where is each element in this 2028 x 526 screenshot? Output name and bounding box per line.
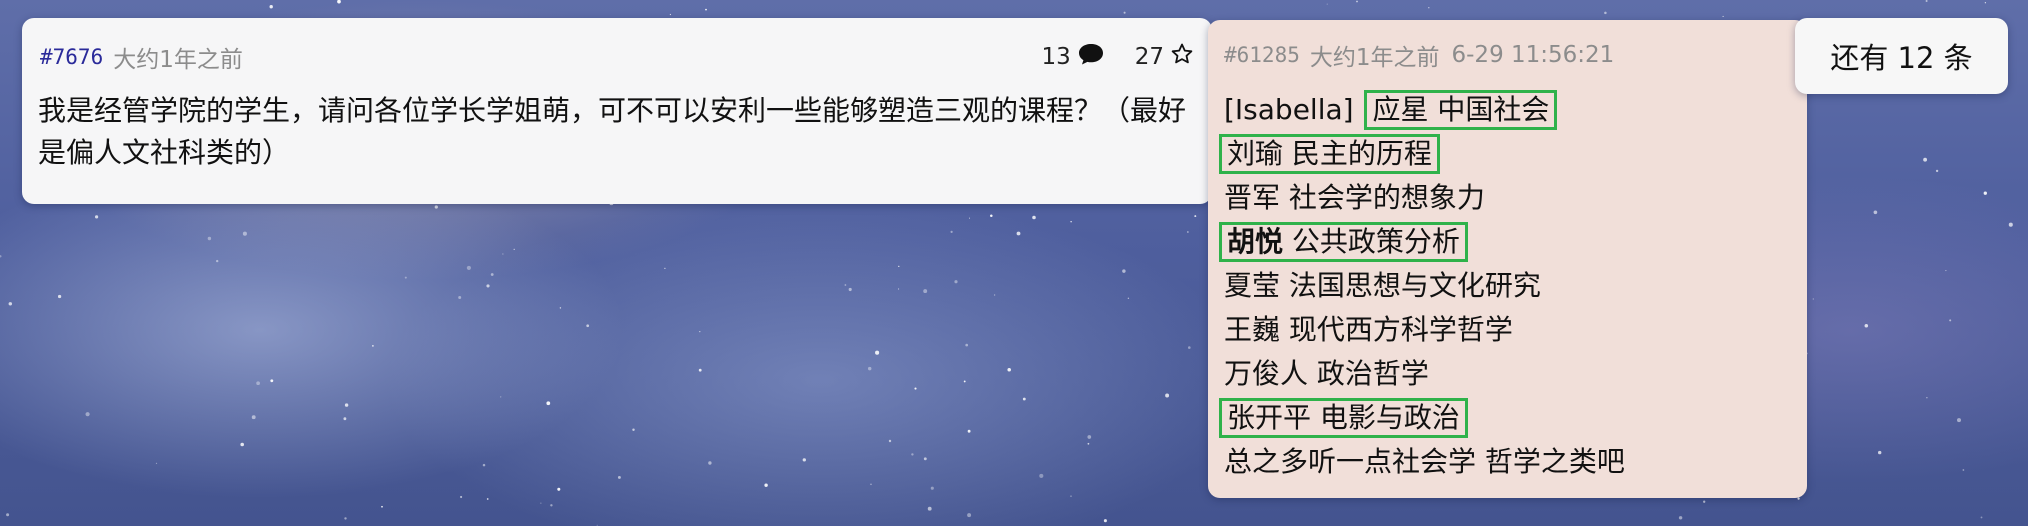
highlighted-course: 张开平 电影与政治 — [1219, 398, 1468, 438]
reply-line: 万俊人 政治哲学 — [1224, 357, 1429, 390]
reply-body: [Isabella] 应星 中国社会 刘瑜 民主的历程 晋军 社会学的想象力 胡… — [1219, 88, 1625, 484]
star-count-group[interactable]: 27 — [1135, 42, 1194, 72]
reply-line: [Isabella] 应星 中国社会 — [1224, 88, 1625, 132]
star-outline-icon — [1170, 42, 1194, 72]
reply-card[interactable]: #61285 大约1年之前 6-29 11:56:21 [Isabella] 应… — [1208, 20, 1807, 498]
reply-line: 总之多听一点社会学 哲学之类吧 — [1224, 445, 1625, 478]
reply-line: 夏莹 法国思想与文化研究 — [1224, 269, 1541, 302]
post-body: 我是经管学院的学生，请问各位学长学姐萌，可不可以安利一些能够塑造三观的课程？（最… — [38, 94, 1187, 169]
reply-line: 王巍 现代西方科学哲学 — [1224, 313, 1513, 346]
reply-line: 胡悦 公共政策分析 — [1219, 220, 1625, 264]
highlighted-course: 刘瑜 民主的历程 — [1219, 134, 1440, 174]
reply-line: 张开平 电影与政治 — [1219, 396, 1625, 440]
course-name: 公共政策分析 — [1283, 225, 1460, 258]
bold-teacher-name: 胡悦 — [1227, 225, 1284, 258]
post-header: #7676 大约1年之前 13 27 — [40, 40, 1194, 74]
reply-author-tag: [Isabella] — [1224, 93, 1363, 126]
reply-count-group[interactable]: 13 — [1041, 42, 1104, 72]
reply-time: 大约1年之前 — [1309, 45, 1440, 71]
reply-line: 刘瑜 民主的历程 — [1219, 132, 1625, 176]
reply-line: 晋军 社会学的想象力 — [1224, 181, 1485, 214]
reply-count: 13 — [1041, 44, 1071, 70]
post-card[interactable]: #7676 大约1年之前 13 27 我是经管学院的学生，请问各位学长学姐萌，可… — [22, 18, 1212, 204]
post-stats: 13 27 — [1011, 42, 1194, 72]
comment-bubble-icon — [1077, 42, 1105, 72]
post-id[interactable]: #7676 — [40, 45, 103, 69]
reply-id: #61285 — [1224, 43, 1300, 67]
star-count: 27 — [1134, 44, 1164, 70]
post-time: 大约1年之前 — [113, 47, 243, 73]
highlighted-course: 胡悦 公共政策分析 — [1219, 222, 1468, 262]
highlighted-course: 应星 中国社会 — [1364, 90, 1558, 130]
reply-header: #61285 大约1年之前 6-29 11:56:21 — [1224, 38, 1614, 72]
reply-timestamp: 6-29 11:56:21 — [1451, 42, 1615, 68]
more-replies-button[interactable]: 还有 12 条 — [1795, 18, 2008, 94]
